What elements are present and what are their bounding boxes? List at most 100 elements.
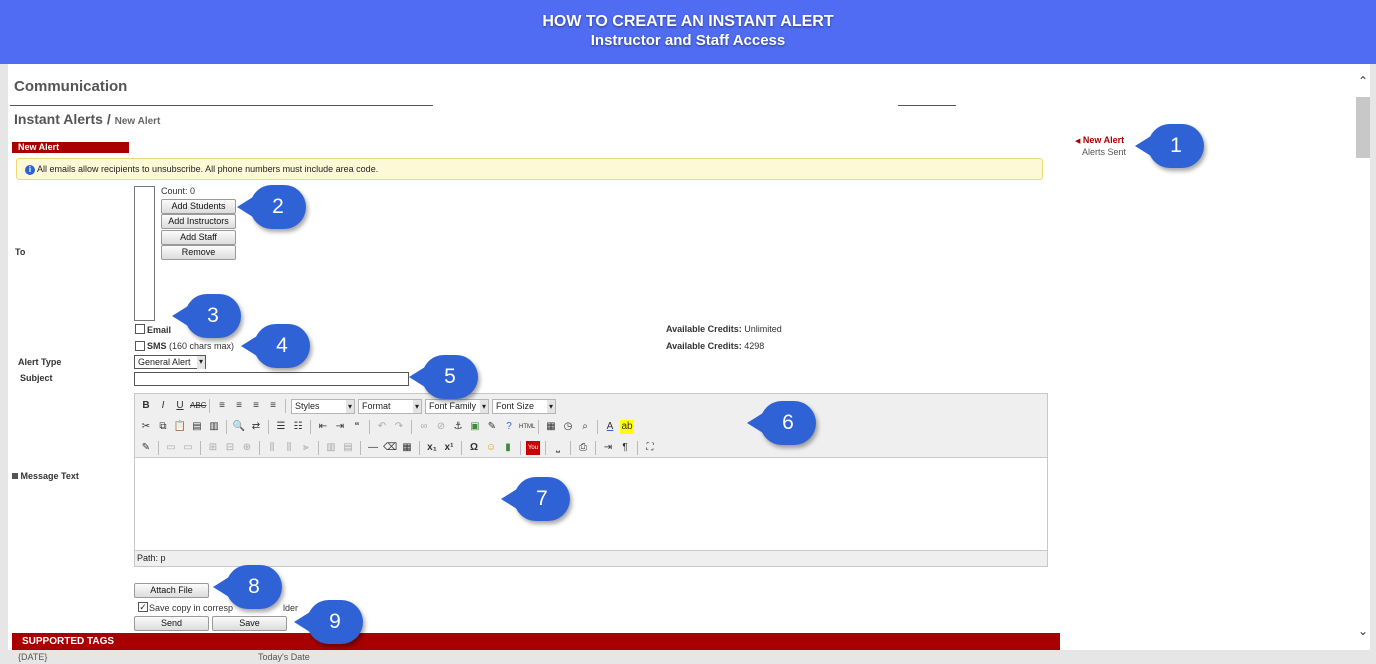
horizontal-rule-icon[interactable]: — — [366, 441, 380, 455]
outdent-icon[interactable]: ⇤ — [316, 420, 330, 434]
time-icon[interactable]: ◷ — [561, 420, 575, 434]
font-family-dropdown[interactable]: Font Family — [425, 398, 489, 414]
delete-row-icon[interactable]: ⫸ — [299, 441, 313, 455]
copy-icon[interactable]: ⧉ — [156, 420, 170, 434]
link-icon[interactable]: ∞ — [417, 420, 431, 434]
subscript-icon[interactable]: x₁ — [425, 441, 439, 455]
divider — [898, 105, 956, 106]
insert-row-icon[interactable]: ⊕ — [240, 441, 254, 455]
cut-icon[interactable]: ✂ — [139, 420, 153, 434]
date-icon[interactable]: ▦ — [544, 420, 558, 434]
recipients-list[interactable] — [134, 186, 155, 321]
scroll-down-icon[interactable]: ⌄ — [1356, 624, 1370, 638]
replace-icon[interactable]: ⇄ — [249, 420, 263, 434]
scroll-up-icon[interactable]: ⌃ — [1356, 74, 1370, 88]
underline-icon[interactable]: U — [173, 399, 187, 413]
remove-button[interactable]: Remove — [161, 245, 236, 260]
font-size-dropdown[interactable]: Font Size — [492, 398, 556, 414]
breadcrumb-instant-alerts[interactable]: Instant Alerts — [14, 111, 103, 127]
email-label: Email — [147, 325, 172, 335]
add-instructors-button[interactable]: Add Instructors — [161, 214, 236, 229]
align-right-icon[interactable]: ≡ — [249, 399, 263, 413]
credits-value: Unlimited — [744, 324, 782, 334]
email-checkbox[interactable] — [135, 324, 145, 334]
styles-dropdown[interactable]: Styles — [291, 398, 355, 414]
ltr-icon[interactable]: ⇥ — [601, 441, 615, 455]
paste-icon[interactable]: 📋 — [173, 420, 187, 434]
save-copy-checkbox[interactable]: ✓ — [138, 602, 148, 612]
find-icon[interactable]: 🔍 — [232, 420, 246, 434]
strikethrough-icon[interactable]: ABC — [190, 399, 206, 413]
callout-8: 8 — [213, 565, 282, 609]
highlight-icon[interactable]: ab — [620, 420, 634, 434]
bullet-list-icon[interactable]: ☰ — [274, 420, 288, 434]
page-title: Communication — [14, 78, 128, 95]
remove-format-icon[interactable]: ⌫ — [383, 441, 397, 455]
emoticon-icon[interactable]: ☺ — [484, 441, 498, 455]
rtl-icon[interactable]: ¶ — [618, 441, 632, 455]
paste-text-icon[interactable]: ▤ — [190, 420, 204, 434]
help-icon[interactable]: ? — [502, 420, 516, 434]
scrollbar-thumb[interactable] — [1356, 97, 1370, 158]
banner-subtitle: Instructor and Staff Access — [590, 32, 786, 49]
insert-layer-icon[interactable]: ▭ — [164, 441, 178, 455]
youtube-icon[interactable]: You — [526, 441, 540, 455]
tag-date-desc: Today's Date — [258, 652, 310, 662]
edit-css-icon[interactable]: ✎ — [139, 441, 153, 455]
nonbreaking-icon[interactable]: ⎵ — [551, 441, 565, 455]
attach-file-button[interactable]: Attach File — [134, 583, 209, 598]
format-dropdown[interactable]: Format — [358, 398, 422, 414]
fullscreen-icon[interactable]: ⛶ — [643, 441, 657, 455]
merge-cells-icon[interactable]: ▤ — [341, 441, 355, 455]
html-icon[interactable]: HTML — [519, 420, 535, 434]
divider — [10, 105, 433, 106]
alert-type-label: Alert Type — [18, 357, 62, 367]
insert-col-icon[interactable]: ⫼ — [265, 441, 279, 455]
subject-input[interactable] — [134, 372, 409, 386]
alert-type-select[interactable]: General Alert — [134, 355, 206, 369]
anchor-icon[interactable]: ⚓ — [451, 420, 465, 434]
send-button[interactable]: Send — [134, 616, 209, 631]
italic-icon[interactable]: I — [156, 399, 170, 413]
side-nav-new-alert[interactable]: ◀ New Alert — [1075, 135, 1126, 145]
table-icon[interactable]: ▦ — [400, 441, 414, 455]
undo-icon[interactable]: ↶ — [375, 420, 389, 434]
numbered-list-icon[interactable]: ☷ — [291, 420, 305, 434]
move-layer-icon[interactable]: ▭ — [181, 441, 195, 455]
split-cells-icon[interactable]: ▥ — [324, 441, 338, 455]
justify-icon[interactable]: ≡ — [266, 399, 280, 413]
add-staff-button[interactable]: Add Staff — [161, 230, 236, 245]
form-section-header: New Alert — [12, 142, 129, 153]
font-color-icon[interactable]: A — [603, 420, 617, 434]
scrollbar[interactable]: ⌃ ⌄ — [1356, 64, 1370, 650]
superscript-icon[interactable]: x¹ — [442, 441, 456, 455]
tutorial-banner: HOW TO CREATE AN INSTANT ALERT Instructo… — [0, 0, 1376, 64]
redo-icon[interactable]: ↷ — [392, 420, 406, 434]
paste-word-icon[interactable]: ▥ — [207, 420, 221, 434]
delete-col-icon[interactable]: ⫼ — [282, 441, 296, 455]
add-students-button[interactable]: Add Students — [161, 199, 236, 214]
sms-checkbox[interactable] — [135, 341, 145, 351]
cleanup-icon[interactable]: ✎ — [485, 420, 499, 434]
info-notice-text: All emails allow recipients to unsubscri… — [37, 164, 379, 174]
align-left-icon[interactable]: ≡ — [215, 399, 229, 413]
table-cell-props-icon[interactable]: ⊟ — [223, 441, 237, 455]
message-text-label-text: Message Text — [20, 471, 79, 481]
credits-label: Available Credits: — [666, 341, 742, 351]
bold-icon[interactable]: B — [139, 399, 153, 413]
indent-icon[interactable]: ⇥ — [333, 420, 347, 434]
table-row-props-icon[interactable]: ⊞ — [206, 441, 220, 455]
print-icon[interactable]: ⎙ — [576, 441, 590, 455]
save-button[interactable]: Save — [212, 616, 287, 631]
media-icon[interactable]: ▮ — [501, 441, 515, 455]
sms-credits: Available Credits: 4298 — [666, 341, 764, 351]
message-editor[interactable] — [134, 458, 1048, 551]
preview-icon[interactable]: ⌕ — [578, 420, 592, 434]
align-center-icon[interactable]: ≡ — [232, 399, 246, 413]
side-nav-alerts-sent[interactable]: Alerts Sent — [1075, 147, 1126, 157]
blockquote-icon[interactable]: “ — [350, 420, 364, 434]
unlink-icon[interactable]: ⊘ — [434, 420, 448, 434]
special-char-icon[interactable]: Ω — [467, 441, 481, 455]
breadcrumb-separator: / — [106, 111, 111, 127]
image-icon[interactable]: ▣ — [468, 420, 482, 434]
